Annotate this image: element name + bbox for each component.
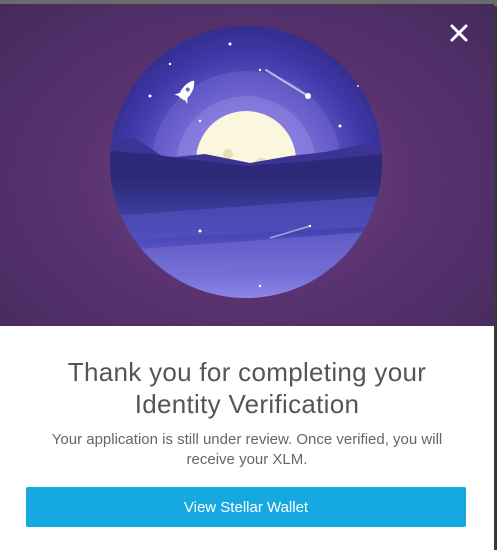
- verification-complete-modal: Thank you for completing your Identity V…: [0, 4, 494, 550]
- modal-title: Thank you for completing your Identity V…: [67, 357, 427, 419]
- modal-message: Your application is still under review. …: [51, 431, 443, 468]
- night-sky-moon-illustration: [110, 26, 382, 298]
- modal-content: Thank you for completing your Identity V…: [0, 326, 494, 470]
- view-stellar-wallet-button[interactable]: View Stellar Wallet: [26, 487, 466, 527]
- close-icon: [450, 24, 468, 42]
- hero-banner: [0, 4, 494, 326]
- shooting-star: [305, 93, 311, 99]
- close-button[interactable]: [444, 18, 474, 48]
